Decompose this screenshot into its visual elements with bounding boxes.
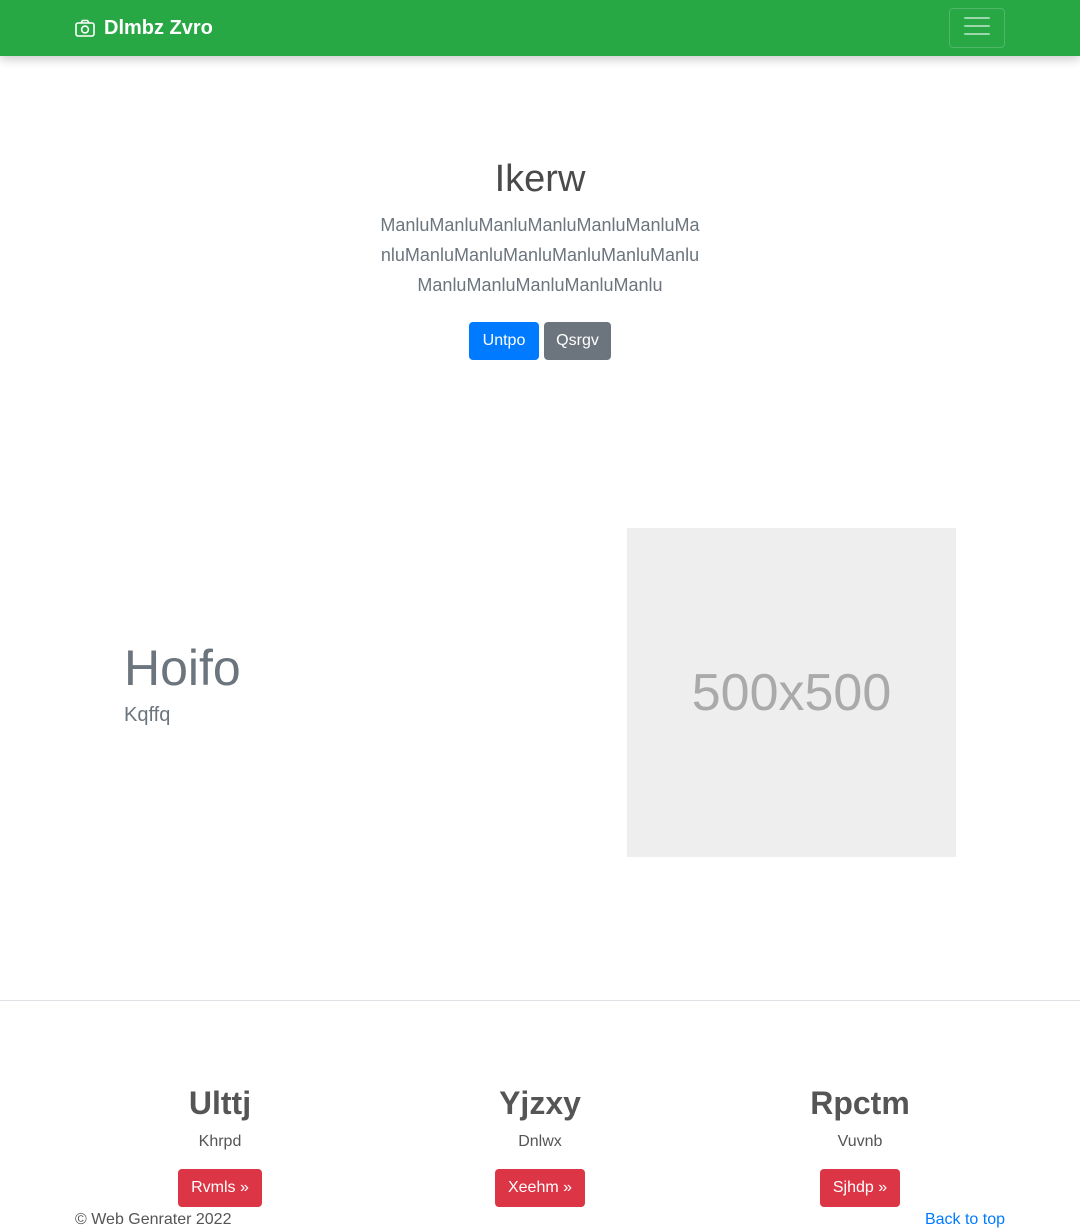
- column-1-button[interactable]: Rvmls »: [178, 1169, 262, 1207]
- secondary-button[interactable]: Qsrgv: [544, 322, 611, 360]
- feature-heading: Hoifo: [124, 640, 241, 696]
- footer-copyright: © Web Genrater 2022: [75, 1211, 232, 1228]
- placeholder-image: 500x500: [627, 528, 956, 857]
- column-2: Yjzxy Dnlwx Xeehm »: [390, 1080, 690, 1207]
- column-3: Rpctm Vuvnb Sjhdp »: [710, 1080, 1010, 1207]
- page: Dlmbz Zvro Ikerw ManluManluManluManluMan…: [0, 0, 1080, 1231]
- column-text: Vuvnb: [837, 1133, 883, 1150]
- hero-lead: ManluManluManluManluManluManluManluManlu…: [380, 215, 700, 295]
- hero-title: Ikerw: [494, 158, 586, 200]
- hero-buttons: Untpo Qsrgv: [0, 322, 1080, 360]
- back-to-top-link[interactable]: Back to top: [925, 1209, 1005, 1231]
- primary-button[interactable]: Untpo: [469, 322, 539, 360]
- column-text: Khrpd: [198, 1133, 242, 1150]
- placeholder-image-label: 500x500: [691, 663, 892, 722]
- brand-name: Dlmbz Zvro: [104, 16, 213, 39]
- navbar-toggler-button[interactable]: [949, 8, 1005, 48]
- hamburger-menu-icon: [964, 16, 990, 41]
- column-3-button[interactable]: Sjhdp »: [819, 1169, 901, 1207]
- feature-subheading: Kqffq: [124, 704, 171, 726]
- column-1: Ulttj Khrpd Rvmls »: [70, 1080, 370, 1207]
- column-2-button[interactable]: Xeehm »: [494, 1169, 586, 1207]
- column-title: Yjzxy: [499, 1085, 581, 1121]
- column-text: Dnlwx: [518, 1133, 562, 1150]
- column-title: Rpctm: [810, 1085, 910, 1121]
- brand-link[interactable]: Dlmbz Zvro: [75, 0, 213, 56]
- column-title: Ulttj: [188, 1085, 252, 1121]
- navbar: Dlmbz Zvro: [0, 0, 1080, 56]
- section-divider: [0, 1000, 1080, 1001]
- camera-icon: [75, 19, 95, 37]
